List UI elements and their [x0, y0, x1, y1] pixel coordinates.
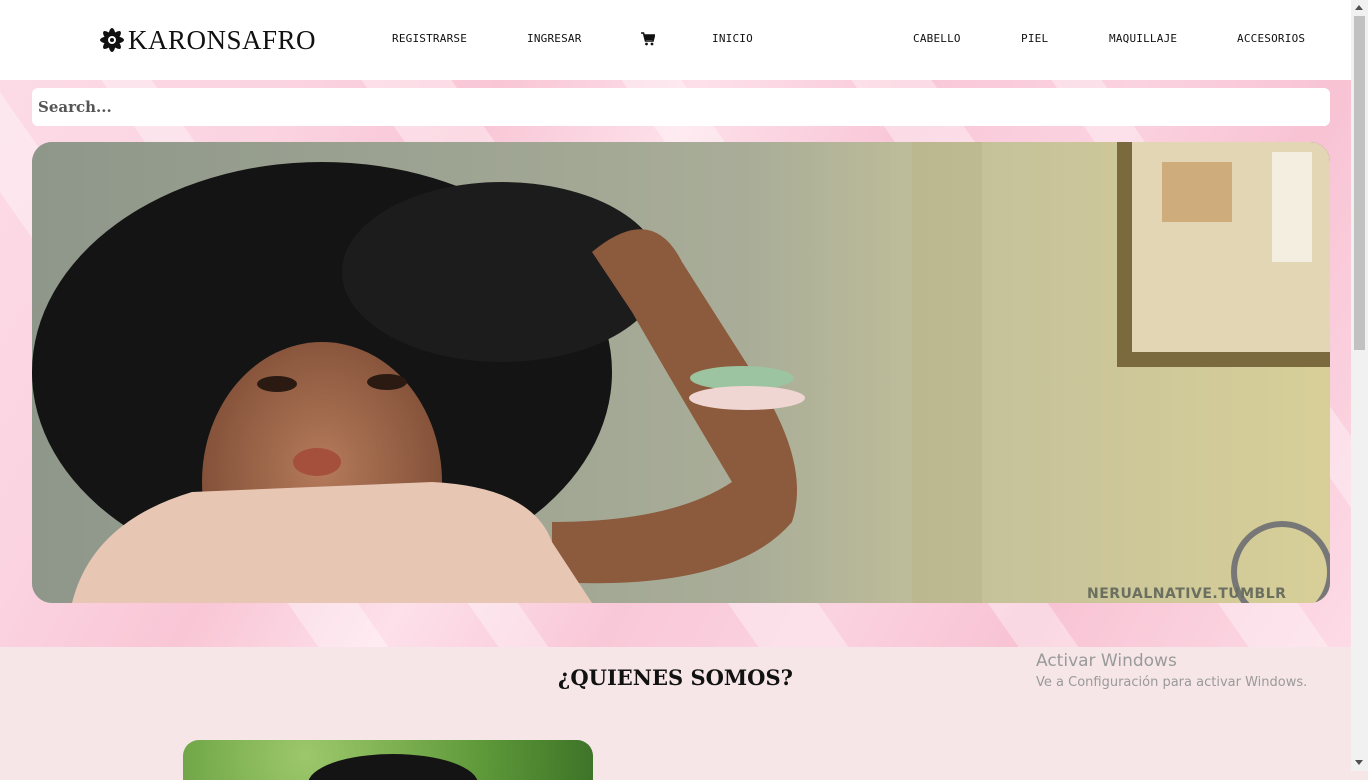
nav-piel[interactable]: PIEL — [1021, 32, 1048, 45]
windows-activation-notice: Activar Windows Ve a Configuración para … — [1036, 651, 1307, 690]
nav-inicio[interactable]: INICIO — [712, 32, 753, 45]
scroll-down-arrow[interactable] — [1355, 760, 1363, 765]
nav-accesorios[interactable]: ACCESORIOS — [1237, 32, 1305, 45]
brand-logo[interactable]: KARONSAFRO — [96, 20, 316, 60]
nav-ingresar[interactable]: INGRESAR — [527, 32, 582, 45]
about-image — [183, 740, 593, 780]
banner-watermark: NERUALNATIVE.TUMBLR — [1087, 586, 1287, 602]
search-input[interactable] — [32, 88, 1330, 126]
windows-activation-subtitle: Ve a Configuración para activar Windows. — [1036, 675, 1308, 690]
top-navbar: KARONSAFRO REGISTRARSE INGRESAR INICIO C… — [0, 0, 1351, 80]
page-scrollbar[interactable] — [1351, 0, 1368, 771]
nav-registrarse[interactable]: REGISTRARSE — [392, 32, 467, 45]
shopping-cart-icon[interactable] — [641, 32, 655, 46]
windows-activation-title: Activar Windows — [1036, 651, 1177, 671]
scroll-thumb[interactable] — [1354, 16, 1365, 350]
nav-maquillaje[interactable]: MAQUILLAJE — [1109, 32, 1177, 45]
scroll-up-arrow[interactable] — [1355, 5, 1363, 10]
brand-name: KARONSAFRO — [128, 25, 317, 55]
hero-banner-image: NERUALNATIVE.TUMBLR — [32, 142, 1330, 603]
nav-cabello[interactable]: CABELLO — [913, 32, 961, 45]
flower-icon — [96, 24, 128, 56]
